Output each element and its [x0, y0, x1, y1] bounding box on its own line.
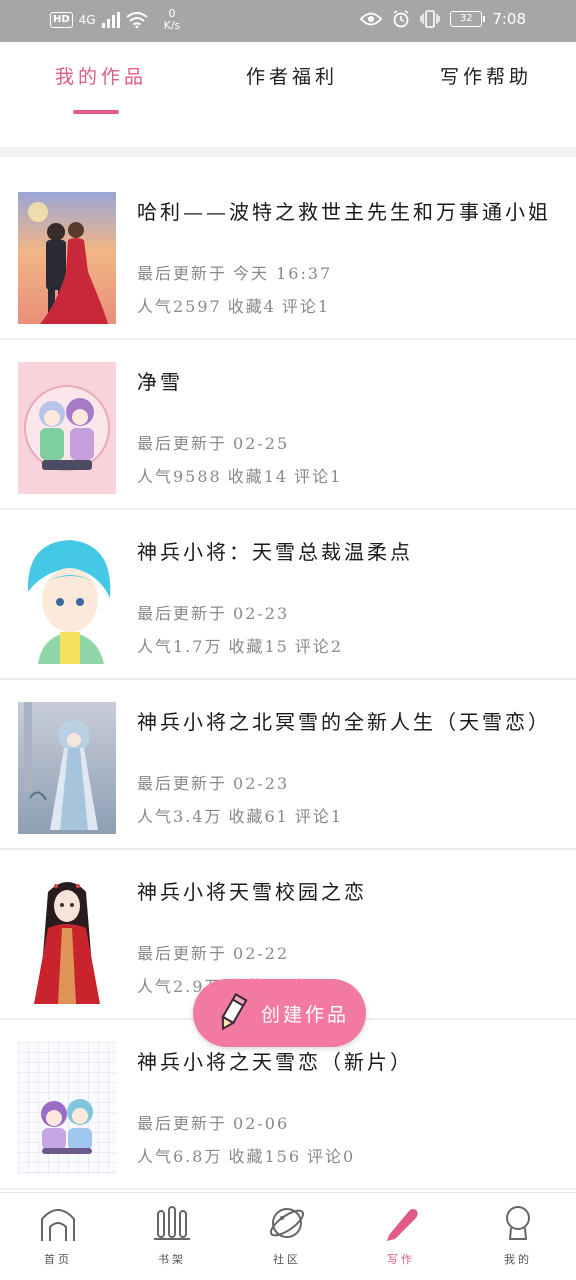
bottom-nav: 首页 书架 社区 写作 我的 [0, 1192, 576, 1280]
nav-community[interactable]: 社区 [247, 1203, 327, 1267]
popularity-count: 人气6.8万 [137, 1147, 223, 1166]
top-tabs: 我的作品 作者福利 写作帮助 [0, 42, 576, 114]
updated-label: 最后更新于 [137, 434, 228, 453]
work-item[interactable]: 哈利——波特之救世主先生和万事通小姐 最后更新于 今天 16:37 人气2597 收… [0, 170, 576, 340]
favorites-count: 收藏4 [227, 297, 276, 316]
work-stats: 人气3.4万 收藏61 评论1 [137, 803, 349, 827]
status-right: 32 7:08 [360, 10, 526, 28]
work-updated: 最后更新于 02-06 [137, 1110, 295, 1134]
network-type: 4G [78, 13, 96, 27]
anime-duo-cover [18, 362, 116, 494]
nav-label: 首页 [44, 1253, 72, 1266]
updated-time: 今天 16:37 [233, 264, 333, 283]
work-stats: 人气9588 收藏14 评论1 [137, 463, 348, 487]
comments-count: 评论1 [294, 467, 343, 486]
work-title[interactable]: 神兵小将之天雪恋（新片） [137, 1046, 413, 1075]
red-robe-girl-cover [18, 872, 116, 1004]
status-left: HD 4G 0 K/s [50, 8, 180, 32]
create-work-button[interactable]: 创建作品 [193, 979, 366, 1047]
favorites-count: 收藏14 [227, 467, 289, 486]
popularity-count: 人气9588 [137, 467, 222, 486]
work-title[interactable]: 哈利——波特之救世主先生和万事通小姐 [137, 196, 551, 225]
nav-bookshelf[interactable]: 书架 [132, 1203, 212, 1267]
favorites-count: 收藏61 [228, 807, 289, 826]
nav-label: 社区 [273, 1253, 301, 1266]
updated-time: 02-22 [233, 944, 290, 963]
pencil-icon [387, 1209, 418, 1241]
updated-label: 最后更新于 [137, 264, 228, 283]
blue-hair-boy-cover [18, 532, 116, 664]
planet-icon [269, 1208, 305, 1238]
work-updated: 最后更新于 今天 16:37 [137, 260, 338, 284]
popularity-count: 人气3.4万 [137, 807, 223, 826]
updated-label: 最后更新于 [137, 604, 228, 623]
speed-unit: K/s [163, 19, 181, 32]
work-item[interactable]: 神兵小将：天雪总裁温柔点 最后更新于 02-23 人气1.7万 收藏15 评论2 [0, 510, 576, 680]
favorites-count: 收藏156 [228, 1147, 301, 1166]
create-work-label: 创建作品 [261, 1003, 350, 1026]
work-stats: 人气2597 收藏4 评论1 [137, 293, 336, 317]
nav-label: 书架 [158, 1253, 186, 1266]
nav-write[interactable]: 写作 [361, 1203, 441, 1267]
vibrate-icon [420, 10, 441, 28]
section-divider [0, 147, 576, 157]
updated-time: 02-23 [233, 604, 290, 623]
work-item[interactable]: 神兵小将之北冥雪的全新人生（天雪恋） 最后更新于 02-23 人气3.4万 收藏61… [0, 680, 576, 850]
nav-label: 写作 [387, 1253, 415, 1266]
profile-icon [506, 1206, 530, 1240]
comments-count: 评论2 [294, 637, 344, 656]
home-icon [41, 1209, 75, 1241]
updated-label: 最后更新于 [137, 1114, 228, 1133]
couple-sunset-cover [18, 192, 116, 324]
alarm-icon [393, 10, 409, 28]
tab-writing-help[interactable]: 写作帮助 [440, 62, 532, 89]
updated-label: 最后更新于 [137, 944, 228, 963]
tab-author-benefits[interactable]: 作者福利 [246, 62, 338, 89]
updated-label: 最后更新于 [137, 774, 228, 793]
eye-icon [360, 12, 383, 26]
work-item[interactable]: 净雪 最后更新于 02-25 人气9588 收藏14 评论1 [0, 340, 576, 510]
hd-badge: HD [50, 12, 73, 28]
work-stats: 人气6.8万 收藏156 评论0 [137, 1143, 361, 1167]
tab-my-works[interactable]: 我的作品 [55, 62, 147, 89]
active-tab-indicator [73, 110, 119, 114]
signal-icon [101, 12, 120, 28]
work-stats: 人气1.7万 收藏15 评论2 [137, 633, 349, 657]
wifi-icon [125, 12, 148, 28]
work-title[interactable]: 净雪 [137, 366, 183, 395]
work-title[interactable]: 神兵小将之北冥雪的全新人生（天雪恋） [137, 706, 551, 735]
pencil-icon [221, 993, 248, 1031]
popularity-count: 人气1.7万 [137, 637, 223, 656]
favorites-count: 收藏15 [228, 637, 289, 656]
work-updated: 最后更新于 02-23 [137, 770, 295, 794]
popularity-count: 人气2597 [137, 297, 222, 316]
work-updated: 最后更新于 02-25 [137, 430, 295, 454]
comments-count: 评论1 [294, 807, 344, 826]
battery-indicator: 32 [450, 11, 486, 27]
comments-count: 评论1 [281, 297, 331, 316]
updated-time: 02-23 [233, 774, 290, 793]
comments-count: 评论0 [307, 1147, 356, 1166]
updated-time: 02-06 [233, 1114, 290, 1133]
chibi-duo-cover [18, 1042, 116, 1174]
work-title[interactable]: 神兵小将天雪校园之恋 [137, 876, 367, 905]
work-updated: 最后更新于 02-22 [137, 940, 295, 964]
hanfu-girl-cover [18, 702, 116, 834]
nav-profile[interactable]: 我的 [478, 1203, 558, 1267]
updated-time: 02-25 [233, 434, 290, 453]
nav-home[interactable]: 首页 [18, 1203, 98, 1267]
net-speed: 0 K/s [164, 8, 181, 32]
work-title[interactable]: 神兵小将：天雪总裁温柔点 [137, 536, 413, 565]
clock-time: 7:08 [492, 10, 526, 28]
nav-label: 我的 [504, 1253, 532, 1266]
status-bar: HD 4G 0 K/s 32 7:08 [0, 0, 576, 42]
bookshelf-icon [154, 1206, 190, 1240]
work-updated: 最后更新于 02-23 [137, 600, 295, 624]
